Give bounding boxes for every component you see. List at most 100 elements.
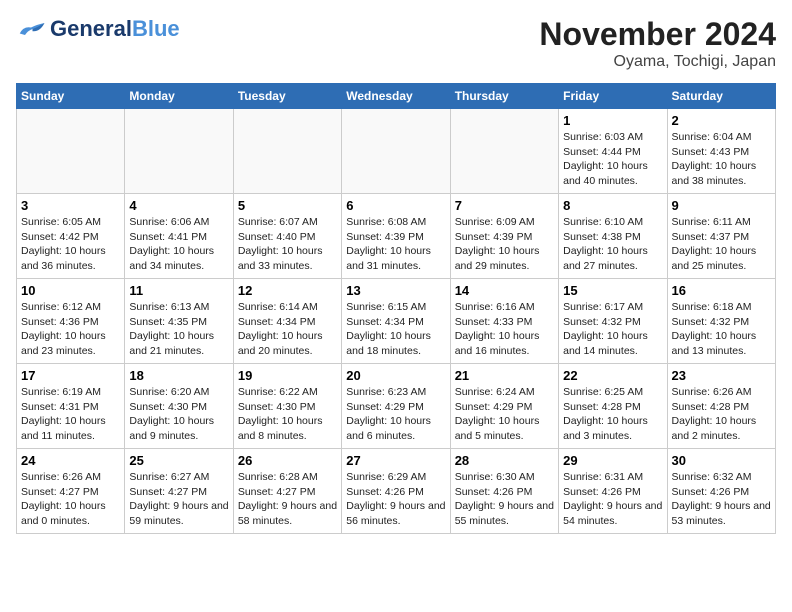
col-header-friday: Friday — [559, 84, 667, 109]
day-info: Sunrise: 6:30 AMSunset: 4:26 PMDaylight:… — [455, 470, 554, 529]
day-cell-25: 25 Sunrise: 6:27 AMSunset: 4:27 PMDayligh… — [125, 449, 233, 534]
day-number: 30 — [672, 453, 771, 468]
day-cell-6: 6 Sunrise: 6:08 AMSunset: 4:39 PMDaylight… — [342, 194, 450, 279]
day-cell-27: 27 Sunrise: 6:29 AMSunset: 4:26 PMDayligh… — [342, 449, 450, 534]
day-number: 7 — [455, 198, 554, 213]
title-block: November 2024 Oyama, Tochigi, Japan — [539, 16, 776, 71]
day-cell-5: 5 Sunrise: 6:07 AMSunset: 4:40 PMDaylight… — [233, 194, 341, 279]
day-cell-2: 2 Sunrise: 6:04 AMSunset: 4:43 PMDaylight… — [667, 109, 775, 194]
day-number: 15 — [563, 283, 662, 298]
logo: GeneralBlue — [16, 16, 180, 42]
day-number: 23 — [672, 368, 771, 383]
col-header-sunday: Sunday — [17, 84, 125, 109]
day-number: 14 — [455, 283, 554, 298]
day-info: Sunrise: 6:20 AMSunset: 4:30 PMDaylight:… — [129, 385, 228, 444]
day-cell-4: 4 Sunrise: 6:06 AMSunset: 4:41 PMDaylight… — [125, 194, 233, 279]
col-header-wednesday: Wednesday — [342, 84, 450, 109]
location: Oyama, Tochigi, Japan — [539, 53, 776, 71]
day-cell-16: 16 Sunrise: 6:18 AMSunset: 4:32 PMDayligh… — [667, 279, 775, 364]
calendar-table: SundayMondayTuesdayWednesdayThursdayFrid… — [16, 83, 776, 534]
day-number: 10 — [21, 283, 120, 298]
logo-text: GeneralBlue — [50, 16, 180, 42]
day-number: 21 — [455, 368, 554, 383]
day-number: 16 — [672, 283, 771, 298]
day-info: Sunrise: 6:07 AMSunset: 4:40 PMDaylight:… — [238, 215, 337, 274]
day-cell-20: 20Sunrise: 6:23 AMSunset: 4:29 PMDayligh… — [342, 364, 450, 449]
day-info: Sunrise: 6:09 AMSunset: 4:39 PMDaylight:… — [455, 215, 554, 274]
day-number: 11 — [129, 283, 228, 298]
day-number: 29 — [563, 453, 662, 468]
day-info: Sunrise: 6:15 AMSunset: 4:34 PMDaylight:… — [346, 300, 445, 359]
week-row-5: 24 Sunrise: 6:26 AMSunset: 4:27 PMDayligh… — [17, 449, 776, 534]
day-info: Sunrise: 6:28 AMSunset: 4:27 PMDaylight:… — [238, 470, 337, 529]
day-cell-12: 12 Sunrise: 6:14 AMSunset: 4:34 PMDayligh… — [233, 279, 341, 364]
day-info: Sunrise: 6:13 AMSunset: 4:35 PMDaylight:… — [129, 300, 228, 359]
day-info: Sunrise: 6:10 AMSunset: 4:38 PMDaylight:… — [563, 215, 662, 274]
day-cell-21: 21 Sunrise: 6:24 AMSunset: 4:29 PMDayligh… — [450, 364, 558, 449]
day-info: Sunrise: 6:08 AMSunset: 4:39 PMDaylight:… — [346, 215, 445, 274]
day-number: 27 — [346, 453, 445, 468]
day-info: Sunrise: 6:26 AMSunset: 4:28 PMDaylight:… — [672, 385, 771, 444]
day-number: 17 — [21, 368, 120, 383]
day-number: 4 — [129, 198, 228, 213]
week-row-3: 10Sunrise: 6:12 AMSunset: 4:36 PMDayligh… — [17, 279, 776, 364]
week-row-4: 17 Sunrise: 6:19 AMSunset: 4:31 PMDayligh… — [17, 364, 776, 449]
day-info: Sunrise: 6:26 AMSunset: 4:27 PMDaylight:… — [21, 470, 120, 529]
day-info: Sunrise: 6:18 AMSunset: 4:32 PMDaylight:… — [672, 300, 771, 359]
day-info: Sunrise: 6:16 AMSunset: 4:33 PMDaylight:… — [455, 300, 554, 359]
calendar-header-row: SundayMondayTuesdayWednesdayThursdayFrid… — [17, 84, 776, 109]
day-number: 8 — [563, 198, 662, 213]
day-number: 2 — [672, 113, 771, 128]
day-cell-17: 17 Sunrise: 6:19 AMSunset: 4:31 PMDayligh… — [17, 364, 125, 449]
day-info: Sunrise: 6:04 AMSunset: 4:43 PMDaylight:… — [672, 130, 771, 189]
day-cell-14: 14 Sunrise: 6:16 AMSunset: 4:33 PMDayligh… — [450, 279, 558, 364]
day-info: Sunrise: 6:14 AMSunset: 4:34 PMDaylight:… — [238, 300, 337, 359]
day-info: Sunrise: 6:31 AMSunset: 4:26 PMDaylight:… — [563, 470, 662, 529]
day-cell-18: 18 Sunrise: 6:20 AMSunset: 4:30 PMDayligh… — [125, 364, 233, 449]
day-cell-19: 19 Sunrise: 6:22 AMSunset: 4:30 PMDayligh… — [233, 364, 341, 449]
day-cell-1: 1 Sunrise: 6:03 AMSunset: 4:44 PMDaylight… — [559, 109, 667, 194]
day-cell-15: 15 Sunrise: 6:17 AMSunset: 4:32 PMDayligh… — [559, 279, 667, 364]
empty-cell — [342, 109, 450, 194]
day-number: 5 — [238, 198, 337, 213]
day-cell-24: 24 Sunrise: 6:26 AMSunset: 4:27 PMDayligh… — [17, 449, 125, 534]
page-header: GeneralBlue November 2024 Oyama, Tochigi… — [16, 16, 776, 71]
col-header-tuesday: Tuesday — [233, 84, 341, 109]
day-number: 3 — [21, 198, 120, 213]
col-header-saturday: Saturday — [667, 84, 775, 109]
day-cell-22: 22Sunrise: 6:25 AMSunset: 4:28 PMDayligh… — [559, 364, 667, 449]
day-number: 12 — [238, 283, 337, 298]
day-info: Sunrise: 6:24 AMSunset: 4:29 PMDaylight:… — [455, 385, 554, 444]
day-info: Sunrise: 6:19 AMSunset: 4:31 PMDaylight:… — [21, 385, 120, 444]
day-number: 22 — [563, 368, 662, 383]
day-number: 19 — [238, 368, 337, 383]
day-info: Sunrise: 6:05 AMSunset: 4:42 PMDaylight:… — [21, 215, 120, 274]
day-cell-7: 7 Sunrise: 6:09 AMSunset: 4:39 PMDaylight… — [450, 194, 558, 279]
day-info: Sunrise: 6:27 AMSunset: 4:27 PMDaylight:… — [129, 470, 228, 529]
empty-cell — [125, 109, 233, 194]
week-row-1: 1 Sunrise: 6:03 AMSunset: 4:44 PMDaylight… — [17, 109, 776, 194]
day-number: 9 — [672, 198, 771, 213]
day-number: 6 — [346, 198, 445, 213]
day-info: Sunrise: 6:03 AMSunset: 4:44 PMDaylight:… — [563, 130, 662, 189]
empty-cell — [17, 109, 125, 194]
day-number: 18 — [129, 368, 228, 383]
day-number: 25 — [129, 453, 228, 468]
logo-blue: Blue — [132, 16, 180, 41]
col-header-monday: Monday — [125, 84, 233, 109]
day-info: Sunrise: 6:06 AMSunset: 4:41 PMDaylight:… — [129, 215, 228, 274]
day-number: 20 — [346, 368, 445, 383]
day-cell-23: 23 Sunrise: 6:26 AMSunset: 4:28 PMDayligh… — [667, 364, 775, 449]
day-info: Sunrise: 6:17 AMSunset: 4:32 PMDaylight:… — [563, 300, 662, 359]
day-cell-3: 3 Sunrise: 6:05 AMSunset: 4:42 PMDaylight… — [17, 194, 125, 279]
day-cell-9: 9Sunrise: 6:11 AMSunset: 4:37 PMDaylight… — [667, 194, 775, 279]
day-info: Sunrise: 6:29 AMSunset: 4:26 PMDaylight:… — [346, 470, 445, 529]
week-row-2: 3 Sunrise: 6:05 AMSunset: 4:42 PMDaylight… — [17, 194, 776, 279]
day-cell-13: 13 Sunrise: 6:15 AMSunset: 4:34 PMDayligh… — [342, 279, 450, 364]
day-number: 24 — [21, 453, 120, 468]
day-info: Sunrise: 6:22 AMSunset: 4:30 PMDaylight:… — [238, 385, 337, 444]
day-number: 13 — [346, 283, 445, 298]
day-cell-26: 26Sunrise: 6:28 AMSunset: 4:27 PMDayligh… — [233, 449, 341, 534]
day-cell-28: 28Sunrise: 6:30 AMSunset: 4:26 PMDayligh… — [450, 449, 558, 534]
day-number: 1 — [563, 113, 662, 128]
